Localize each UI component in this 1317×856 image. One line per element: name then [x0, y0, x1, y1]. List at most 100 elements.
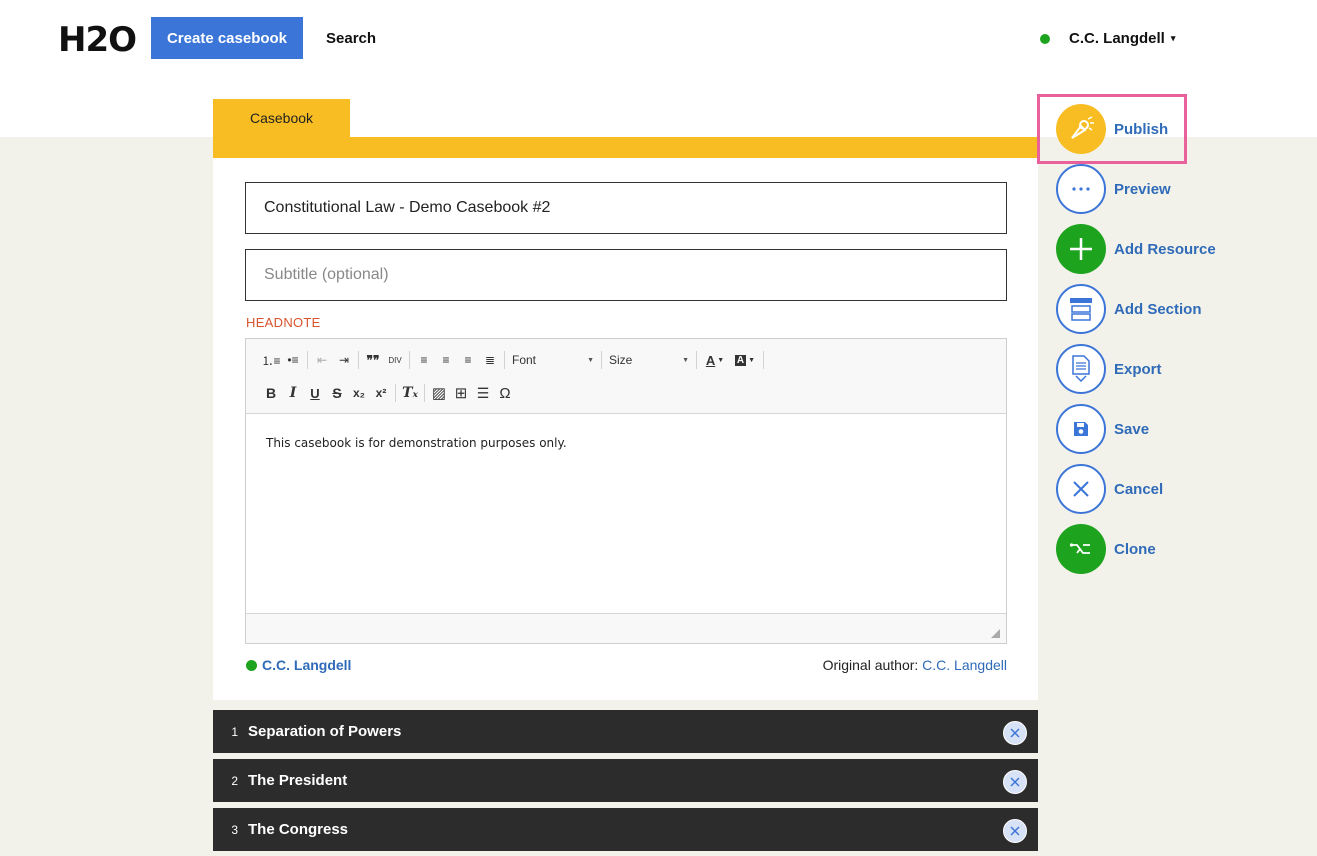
export-label: Export: [1114, 360, 1162, 378]
add-section-icon: [1056, 284, 1106, 334]
preview-icon: [1056, 164, 1106, 214]
save-icon: [1056, 404, 1106, 454]
add-section-button[interactable]: Add Section: [1056, 284, 1256, 334]
bg-color-button[interactable]: A ▼: [730, 350, 760, 370]
clone-icon: [1056, 524, 1106, 574]
chevron-down-icon: ▼: [717, 356, 725, 364]
section-row[interactable]: 2 The President: [213, 759, 1038, 802]
div-container-icon[interactable]: DIV: [384, 350, 406, 370]
close-icon: [1010, 777, 1020, 787]
close-icon: [1010, 826, 1020, 836]
blockquote-icon[interactable]: ❞❞: [362, 350, 384, 370]
remove-format-icon[interactable]: Tₓ: [399, 383, 421, 403]
chevron-down-icon: ▼: [748, 356, 756, 364]
toolbar-separator: [696, 351, 697, 369]
editor-toolbar: ⒈≡ •≡ ⇤ ⇥ ❞❞ DIV ≡ ≡ ≡ ≣ Font ▼ Size ▼ A…: [246, 339, 1006, 414]
size-select-label: Size: [609, 353, 633, 367]
align-center-icon[interactable]: ≡: [435, 350, 457, 370]
headnote-editor: ⒈≡ •≡ ⇤ ⇥ ❞❞ DIV ≡ ≡ ≡ ≣ Font ▼ Size ▼ A…: [245, 338, 1007, 644]
chevron-down-icon: ▼: [587, 356, 594, 364]
resize-handle-icon[interactable]: [991, 629, 1000, 638]
editor-footer: [246, 613, 1006, 643]
font-select[interactable]: Font ▼: [508, 350, 598, 370]
remove-section-button[interactable]: [1003, 721, 1027, 745]
indent-icon[interactable]: ⇥: [333, 350, 355, 370]
align-right-icon[interactable]: ≡: [457, 350, 479, 370]
remove-section-button[interactable]: [1003, 770, 1027, 794]
casebook-subtitle-input[interactable]: Subtitle (optional): [245, 249, 1007, 301]
toolbar-separator: [601, 351, 602, 369]
verified-status-icon: [1040, 33, 1050, 44]
toolbar-separator: [395, 384, 396, 402]
close-icon: [1010, 728, 1020, 738]
add-section-label: Add Section: [1114, 300, 1202, 318]
section-row[interactable]: 1 Separation of Powers: [213, 710, 1038, 753]
preview-label: Preview: [1114, 180, 1171, 198]
clone-button[interactable]: Clone: [1056, 524, 1256, 574]
save-button[interactable]: Save: [1056, 404, 1256, 454]
image-icon[interactable]: ▨: [428, 383, 450, 403]
horizontal-rule-icon[interactable]: ☰: [472, 383, 494, 403]
clone-label: Clone: [1114, 540, 1156, 558]
align-left-icon[interactable]: ≡: [413, 350, 435, 370]
size-select[interactable]: Size ▼: [605, 350, 693, 370]
subscript-icon[interactable]: x₂: [348, 383, 370, 403]
numbered-list-icon[interactable]: ⒈≡: [260, 350, 282, 370]
table-icon[interactable]: ⊞: [450, 383, 472, 403]
tab-casebook[interactable]: Casebook: [213, 99, 350, 137]
preview-button[interactable]: Preview: [1056, 164, 1256, 214]
section-row[interactable]: 3 The Congress: [213, 808, 1038, 851]
toolbar-separator: [504, 351, 505, 369]
original-author: Original author: C.C. Langdell: [823, 657, 1007, 673]
casebook-tab-bar: [213, 137, 1038, 158]
author-link[interactable]: C.C. Langdell: [246, 657, 351, 673]
original-author-link[interactable]: C.C. Langdell: [922, 657, 1007, 673]
text-color-button[interactable]: A ▼: [700, 350, 730, 370]
publish-button[interactable]: Publish: [1056, 104, 1256, 154]
user-name: C.C. Langdell: [1069, 30, 1165, 47]
publish-icon: [1056, 104, 1106, 154]
bulleted-list-icon[interactable]: •≡: [282, 350, 304, 370]
headnote-label: HEADNOTE: [246, 315, 321, 330]
casebook-title-input[interactable]: Constitutional Law - Demo Casebook #2: [245, 182, 1007, 234]
headnote-editor-content[interactable]: This casebook is for demonstration purpo…: [266, 436, 567, 450]
toolbar-separator: [358, 351, 359, 369]
cancel-icon: [1056, 464, 1106, 514]
strikethrough-icon[interactable]: S: [326, 383, 348, 403]
h2o-logo[interactable]: H2O: [58, 20, 137, 60]
author-name: C.C. Langdell: [262, 657, 352, 673]
casebook-edit-panel: Constitutional Law - Demo Casebook #2 Su…: [213, 158, 1038, 700]
create-casebook-button[interactable]: Create casebook: [151, 17, 303, 59]
outdent-icon[interactable]: ⇤: [311, 350, 333, 370]
special-char-icon[interactable]: Ω: [494, 383, 516, 403]
italic-icon[interactable]: I: [282, 383, 304, 403]
toolbar-row-1: ⒈≡ •≡ ⇤ ⇥ ❞❞ DIV ≡ ≡ ≡ ≣ Font ▼ Size ▼ A…: [260, 350, 767, 370]
section-title: The Congress: [248, 821, 349, 838]
toolbar-row-2: B I U S x₂ x² Tₓ ▨ ⊞ ☰ Ω: [260, 383, 516, 403]
section-number: 1: [231, 724, 238, 739]
text-color-icon: A: [705, 352, 716, 368]
export-icon: [1056, 344, 1106, 394]
toolbar-separator: [307, 351, 308, 369]
user-menu[interactable]: C.C. Langdell ▾: [1040, 30, 1175, 47]
chevron-down-icon: ▾: [1170, 33, 1176, 43]
search-link[interactable]: Search: [326, 30, 376, 47]
remove-section-button[interactable]: [1003, 819, 1027, 843]
add-resource-button[interactable]: Add Resource: [1056, 224, 1256, 274]
add-resource-icon: [1056, 224, 1106, 274]
toolbar-separator: [763, 351, 764, 369]
section-title: The President: [248, 772, 348, 789]
toolbar-separator: [409, 351, 410, 369]
export-button[interactable]: Export: [1056, 344, 1256, 394]
underline-icon[interactable]: U: [304, 383, 326, 403]
cancel-button[interactable]: Cancel: [1056, 464, 1256, 514]
toolbar-separator: [424, 384, 425, 402]
bold-icon[interactable]: B: [260, 383, 282, 403]
save-label: Save: [1114, 420, 1150, 438]
bg-color-icon: A: [734, 354, 747, 366]
chevron-down-icon: ▼: [682, 356, 689, 364]
superscript-icon[interactable]: x²: [370, 383, 392, 403]
font-select-label: Font: [512, 353, 537, 367]
cancel-label: Cancel: [1114, 480, 1164, 498]
align-justify-icon[interactable]: ≣: [479, 350, 501, 370]
